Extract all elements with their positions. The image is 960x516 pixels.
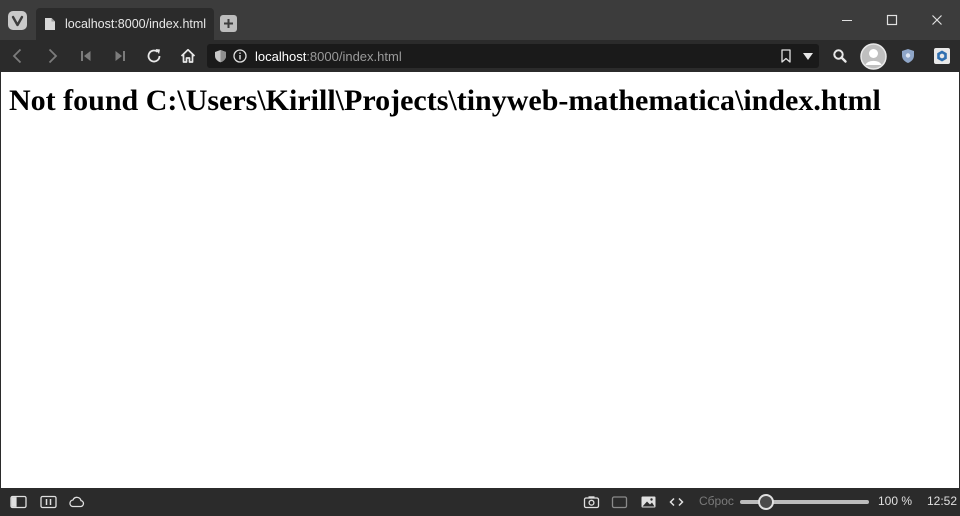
maximize-icon: [886, 14, 898, 26]
extension-shield-icon: [902, 49, 914, 63]
tab-title: localhost:8000/index.html: [65, 17, 207, 31]
search-button[interactable]: [830, 46, 850, 66]
status-bar: Сброс 100 % 12:52: [0, 488, 960, 516]
reload-button[interactable]: [144, 46, 164, 66]
window-button[interactable]: [611, 494, 628, 510]
document-icon: [45, 18, 55, 30]
image-button[interactable]: [640, 494, 657, 510]
info-icon[interactable]: [233, 49, 247, 63]
code-icon: [669, 497, 684, 507]
tiling-icon: [40, 495, 57, 509]
sync-button[interactable]: [68, 494, 85, 510]
bookmark-icon[interactable]: [780, 49, 792, 63]
extension-puzzle-button[interactable]: [932, 46, 952, 66]
address-bar[interactable]: localhost:8000/index.html: [207, 44, 819, 68]
panel-toggle-button[interactable]: [10, 494, 27, 510]
back-icon: [12, 48, 22, 64]
fast-forward-icon: [115, 51, 125, 61]
plus-icon: [224, 19, 233, 28]
zoom-slider[interactable]: [740, 494, 869, 510]
panel-toggle-icon: [10, 495, 27, 509]
tiling-button[interactable]: [40, 494, 57, 510]
capture-button[interactable]: [583, 494, 600, 510]
back-button[interactable]: [8, 46, 28, 66]
page-content: Not found C:\Users\Kirill\Projects\tinyw…: [1, 72, 959, 488]
vivaldi-logo-icon: [11, 15, 24, 27]
tab-active[interactable]: localhost:8000/index.html: [36, 8, 214, 40]
extension-shield-button[interactable]: [898, 46, 918, 66]
url-host: localhost: [255, 49, 307, 64]
forward-button[interactable]: [42, 46, 62, 66]
close-icon: [932, 15, 942, 25]
clock: 12:52: [927, 494, 958, 508]
maximize-button[interactable]: [869, 0, 915, 40]
rewind-icon: [81, 51, 91, 61]
url-text[interactable]: localhost:8000/index.html: [255, 49, 402, 64]
image-icon: [641, 496, 656, 508]
vivaldi-menu-button[interactable]: [8, 11, 27, 30]
minimize-icon: [842, 20, 852, 21]
sync-cloud-icon: [69, 496, 85, 508]
url-path: :8000/index.html: [306, 49, 402, 64]
profile-icon: [860, 43, 887, 70]
code-button[interactable]: [668, 494, 685, 510]
fast-forward-button[interactable]: [110, 46, 130, 66]
home-icon: [180, 48, 196, 63]
profile-button[interactable]: [860, 43, 887, 70]
forward-icon: [48, 48, 58, 64]
zoom-level: 100 %: [878, 494, 913, 508]
reload-icon: [147, 49, 161, 63]
minimize-button[interactable]: [824, 0, 870, 40]
close-button[interactable]: [914, 0, 960, 40]
rewind-button[interactable]: [76, 46, 96, 66]
navigation-toolbar: localhost:8000/index.html: [0, 40, 960, 72]
extension-puzzle-icon: [934, 48, 950, 64]
capture-icon: [583, 496, 600, 509]
zoom-slider-thumb[interactable]: [758, 494, 774, 510]
zoom-reset-button[interactable]: Сброс: [699, 494, 734, 508]
search-icon: [833, 49, 847, 63]
page-heading: Not found C:\Users\Kirill\Projects\tinyw…: [9, 84, 881, 117]
tab-bar: localhost:8000/index.html: [0, 0, 960, 40]
dropdown-icon[interactable]: [803, 53, 813, 60]
shield-icon[interactable]: [214, 49, 227, 63]
home-button[interactable]: [178, 46, 198, 66]
window-icon: [611, 496, 628, 509]
new-tab-button[interactable]: [220, 15, 237, 32]
